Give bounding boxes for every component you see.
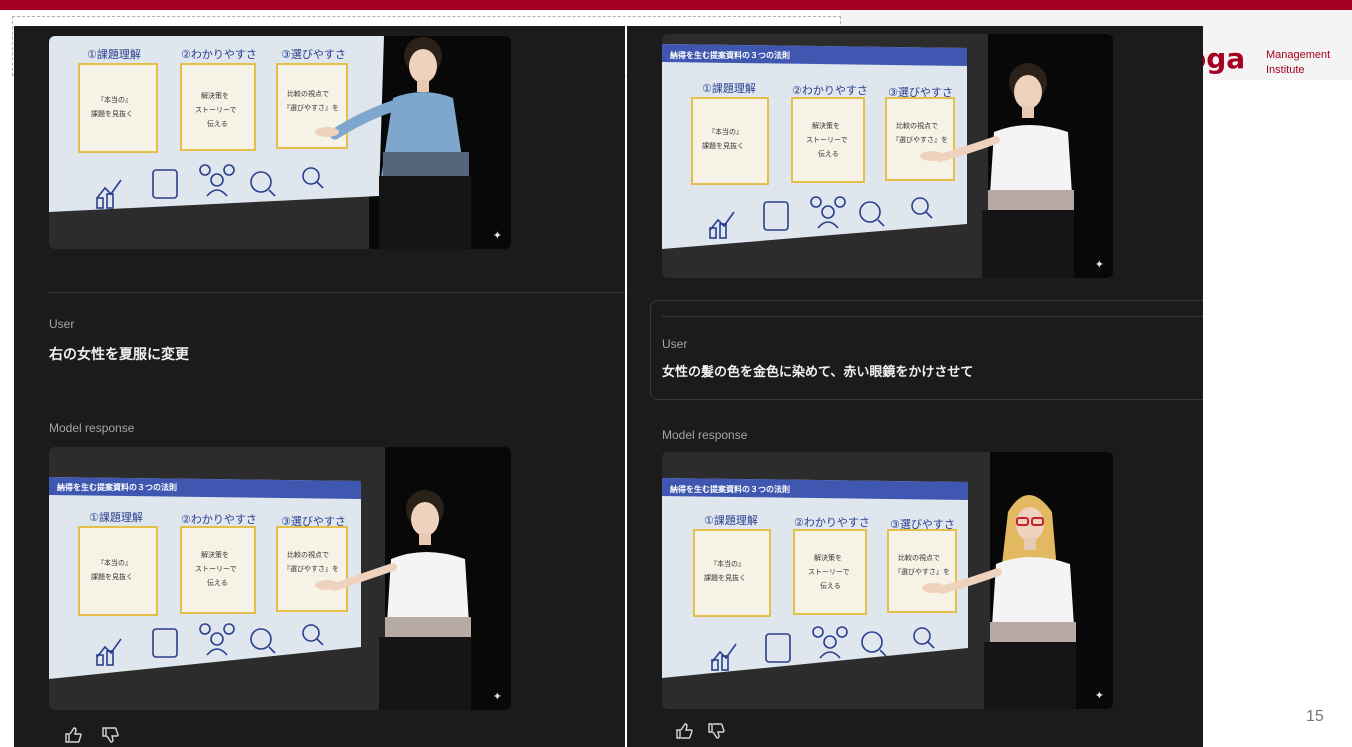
proj-box3-line1: 比較の視点で	[898, 553, 940, 562]
proj-box3-line1: 比較の視点で	[287, 550, 329, 559]
proj-header-1: ①課題理解	[89, 510, 143, 524]
generated-image-sweater[interactable]: ①課題理解 ②わかりやすさ ③選びやすさ 『本当の』 課題を見抜く 解決策を ス…	[49, 36, 511, 249]
user-prompt: 右の女性を夏服に変更	[49, 347, 189, 363]
proj-box1-line1: 『本当の』	[708, 127, 743, 136]
logo-subtitle-line1: Management	[1266, 49, 1331, 61]
proj-header-1: ①課題理解	[702, 81, 756, 95]
logo-subtitle-line2: Institute	[1266, 64, 1305, 76]
proj-box2-line2: ストーリーで	[195, 106, 237, 114]
logo-subtitle: Management Institute	[1266, 48, 1330, 78]
generated-image-summer[interactable]: 納得を生む提案資料の３つの法則 ①課題理解 ②わかりやすさ ③選びやすさ 『本当…	[49, 447, 511, 710]
user-label: User	[49, 317, 75, 331]
proj-header-1: ①課題理解	[87, 47, 141, 61]
user-prompt: 女性の髪の色を金色に染めて、赤い眼鏡をかけさせて	[662, 365, 974, 380]
proj-box1-line1: 『本当の』	[710, 559, 745, 568]
proj-box2-line1: 解決策を	[812, 121, 840, 130]
proj-banner: 納得を生む提案資料の３つの法則	[670, 50, 790, 60]
proj-box2-line3: 伝える	[207, 119, 228, 128]
proj-box1-line2: 課題を見抜く	[91, 109, 133, 118]
proj-banner: 納得を生む提案資料の３つの法則	[57, 482, 177, 492]
user-message-box	[650, 300, 1203, 400]
generated-image-summer-prev[interactable]: 納得を生む提案資料の３つの法則 ①課題理解 ②わかりやすさ ③選びやすさ 『本当…	[662, 34, 1113, 278]
proj-header-2: ②わかりやすさ	[181, 48, 257, 61]
proj-header-3: ③選びやすさ	[888, 86, 953, 99]
sparkle-icon: ✦	[492, 229, 502, 242]
proj-box3-line2: 『選びやすさ』を	[892, 135, 948, 144]
sparkle-icon: ✦	[492, 690, 502, 703]
proj-box2-line3: 伝える	[818, 149, 839, 158]
proj-box2-line3: 伝える	[820, 581, 841, 590]
top-accent-bar	[0, 0, 1352, 10]
proj-box3-line1: 比較の視点で	[896, 121, 938, 130]
proj-header-2: ②わかりやすさ	[792, 84, 868, 97]
proj-box2-line2: ストーリーで	[808, 568, 850, 576]
proj-box1-line2: 課題を見抜く	[704, 573, 746, 582]
thumbs-up-icon[interactable]	[675, 722, 693, 740]
proj-header-2: ②わかりやすさ	[181, 513, 257, 526]
proj-box2-line2: ストーリーで	[806, 136, 848, 144]
model-response-label: Model response	[662, 428, 748, 442]
proj-box2-line1: 解決策を	[201, 550, 229, 559]
proj-box1-line1: 『本当の』	[97, 558, 132, 567]
proj-box3-line2: 『選びやすさ』を	[283, 564, 339, 573]
proj-banner: 納得を生む提案資料の３つの法則	[670, 484, 790, 494]
proj-header-3: ③選びやすさ	[281, 515, 346, 528]
proj-header-3: ③選びやすさ	[281, 48, 346, 61]
proj-header-3: ③選びやすさ	[890, 518, 955, 531]
divider	[662, 316, 1203, 317]
page-number: 15	[1306, 708, 1324, 725]
sparkle-icon: ✦	[1094, 689, 1104, 702]
proj-box2-line1: 解決策を	[201, 91, 229, 100]
chat-panel-left: ①課題理解 ②わかりやすさ ③選びやすさ 『本当の』 課題を見抜く 解決策を ス…	[14, 26, 625, 747]
proj-box3-line2: 『選びやすさ』を	[894, 567, 950, 576]
thumbs-down-icon[interactable]	[707, 722, 725, 740]
proj-box2-line2: ストーリーで	[195, 565, 237, 573]
divider	[49, 292, 625, 293]
proj-box1-line2: 課題を見抜く	[91, 572, 133, 581]
user-label: User	[662, 337, 688, 351]
chat-panel-right: 納得を生む提案資料の３つの法則 ①課題理解 ②わかりやすさ ③選びやすさ 『本当…	[627, 26, 1203, 747]
proj-box2-line1: 解決策を	[814, 553, 842, 562]
proj-header-2: ②わかりやすさ	[794, 516, 870, 529]
thumbs-down-icon[interactable]	[101, 726, 119, 744]
sparkle-icon: ✦	[1094, 258, 1104, 271]
proj-box1-line1: 『本当の』	[97, 95, 132, 104]
proj-box3-line2: 『選びやすさ』を	[283, 103, 339, 112]
proj-box2-line3: 伝える	[207, 578, 228, 587]
model-response-label: Model response	[49, 421, 135, 435]
proj-header-1: ①課題理解	[704, 513, 758, 527]
proj-box3-line1: 比較の視点で	[287, 89, 329, 98]
generated-image-blonde-glasses[interactable]: 納得を生む提案資料の３つの法則 ①課題理解 ②わかりやすさ ③選びやすさ 『本当…	[662, 452, 1113, 709]
thumbs-up-icon[interactable]	[64, 726, 82, 744]
proj-box1-line2: 課題を見抜く	[702, 141, 744, 150]
slide: oga Management Institute ①課題理解 ②わかりやすさ ③…	[0, 0, 1352, 747]
